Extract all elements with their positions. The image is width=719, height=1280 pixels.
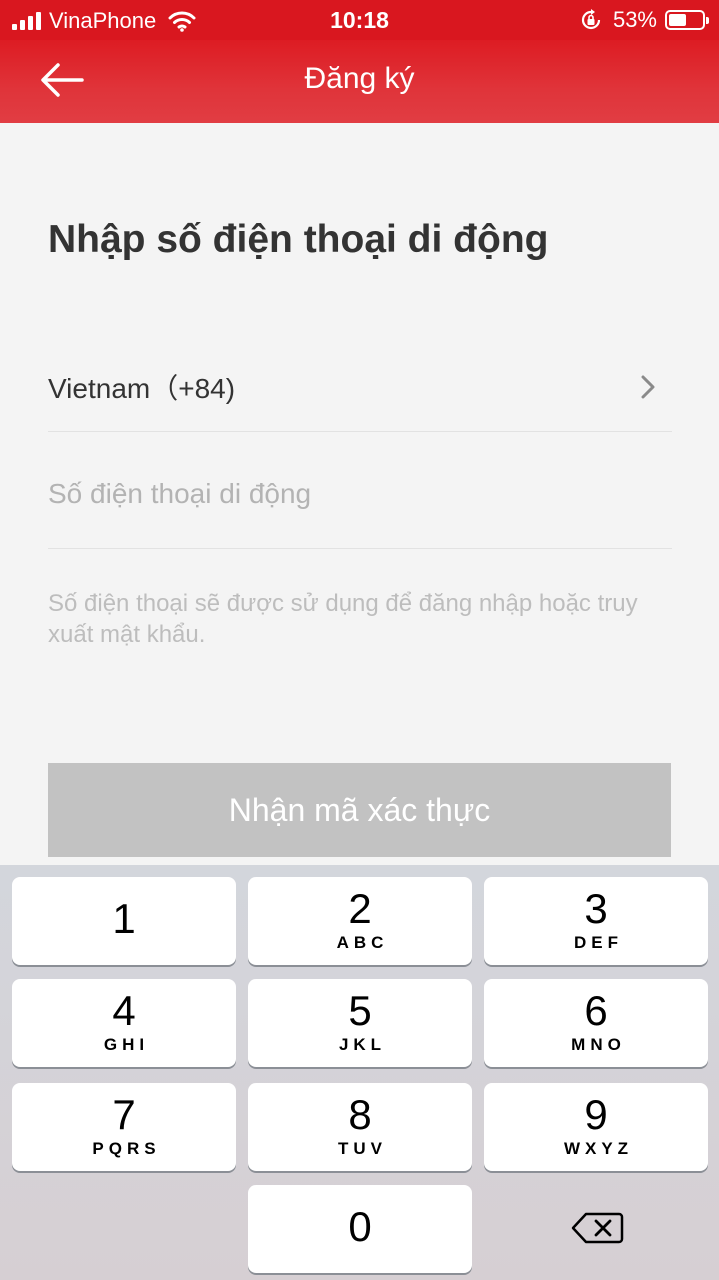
key-4[interactable]: 4 GHI [12, 979, 236, 1067]
key-digit: 1 [112, 895, 136, 942]
rotation-lock-icon [581, 9, 601, 30]
phone-number-input[interactable] [48, 472, 672, 516]
key-5[interactable]: 5 JKL [248, 979, 472, 1067]
backspace-icon[interactable] [570, 1211, 624, 1245]
key-3[interactable]: 3 DEF [484, 877, 708, 965]
page-title: Đăng ký [304, 62, 415, 95]
key-digit: 9 [584, 1091, 608, 1138]
get-verification-code-button[interactable]: Nhận mã xác thực [48, 763, 671, 857]
status-bar: VinaPhone 10:18 53% [0, 0, 719, 40]
phone-field-row [48, 432, 672, 549]
battery-level [669, 14, 686, 26]
key-letters: ABC [336, 933, 389, 952]
key-letters: GHI [103, 1035, 150, 1054]
key-letters: MNO [571, 1035, 626, 1054]
key-digit: 2 [348, 885, 372, 932]
key-digit: 8 [348, 1091, 372, 1138]
key-9[interactable]: 9 WXYZ [484, 1083, 708, 1171]
numeric-keypad: 1 2 ABC 3 DEF 4 GHI 5 JKL 6 MNO 7 PQRS 8… [0, 865, 719, 1280]
country-code-label: Vietnam（+84) [48, 373, 236, 404]
phone-hint-text: Số điện thoại sẽ được sử dụng để đăng nh… [48, 590, 638, 648]
key-1[interactable]: 1 [12, 877, 236, 965]
key-2[interactable]: 2 ABC [248, 877, 472, 965]
key-letters: PQRS [92, 1139, 161, 1158]
key-digit: 3 [584, 885, 608, 932]
key-7[interactable]: 7 PQRS [12, 1083, 236, 1171]
key-digit: 5 [348, 987, 372, 1034]
key-letters: WXYZ [563, 1139, 634, 1158]
key-6[interactable]: 6 MNO [484, 979, 708, 1067]
key-digit: 0 [348, 1203, 372, 1250]
key-8[interactable]: 8 TUV [248, 1083, 472, 1171]
battery-percent: 53% [612, 7, 657, 32]
battery-icon [665, 10, 709, 30]
key-digit: 6 [584, 987, 608, 1034]
status-right: 53% [579, 7, 709, 33]
key-digit: 7 [112, 1091, 136, 1138]
key-digit: 4 [112, 987, 136, 1034]
nav-bar: Đăng ký [0, 40, 719, 123]
chevron-right-icon [641, 375, 655, 399]
key-letters: TUV [338, 1139, 387, 1158]
section-heading: Nhập số điện thoại di động [48, 218, 549, 261]
country-selector[interactable]: Vietnam（+84) [48, 345, 672, 432]
key-0[interactable]: 0 [248, 1185, 472, 1273]
key-letters: DEF [574, 933, 623, 952]
key-letters: JKL [338, 1035, 387, 1054]
